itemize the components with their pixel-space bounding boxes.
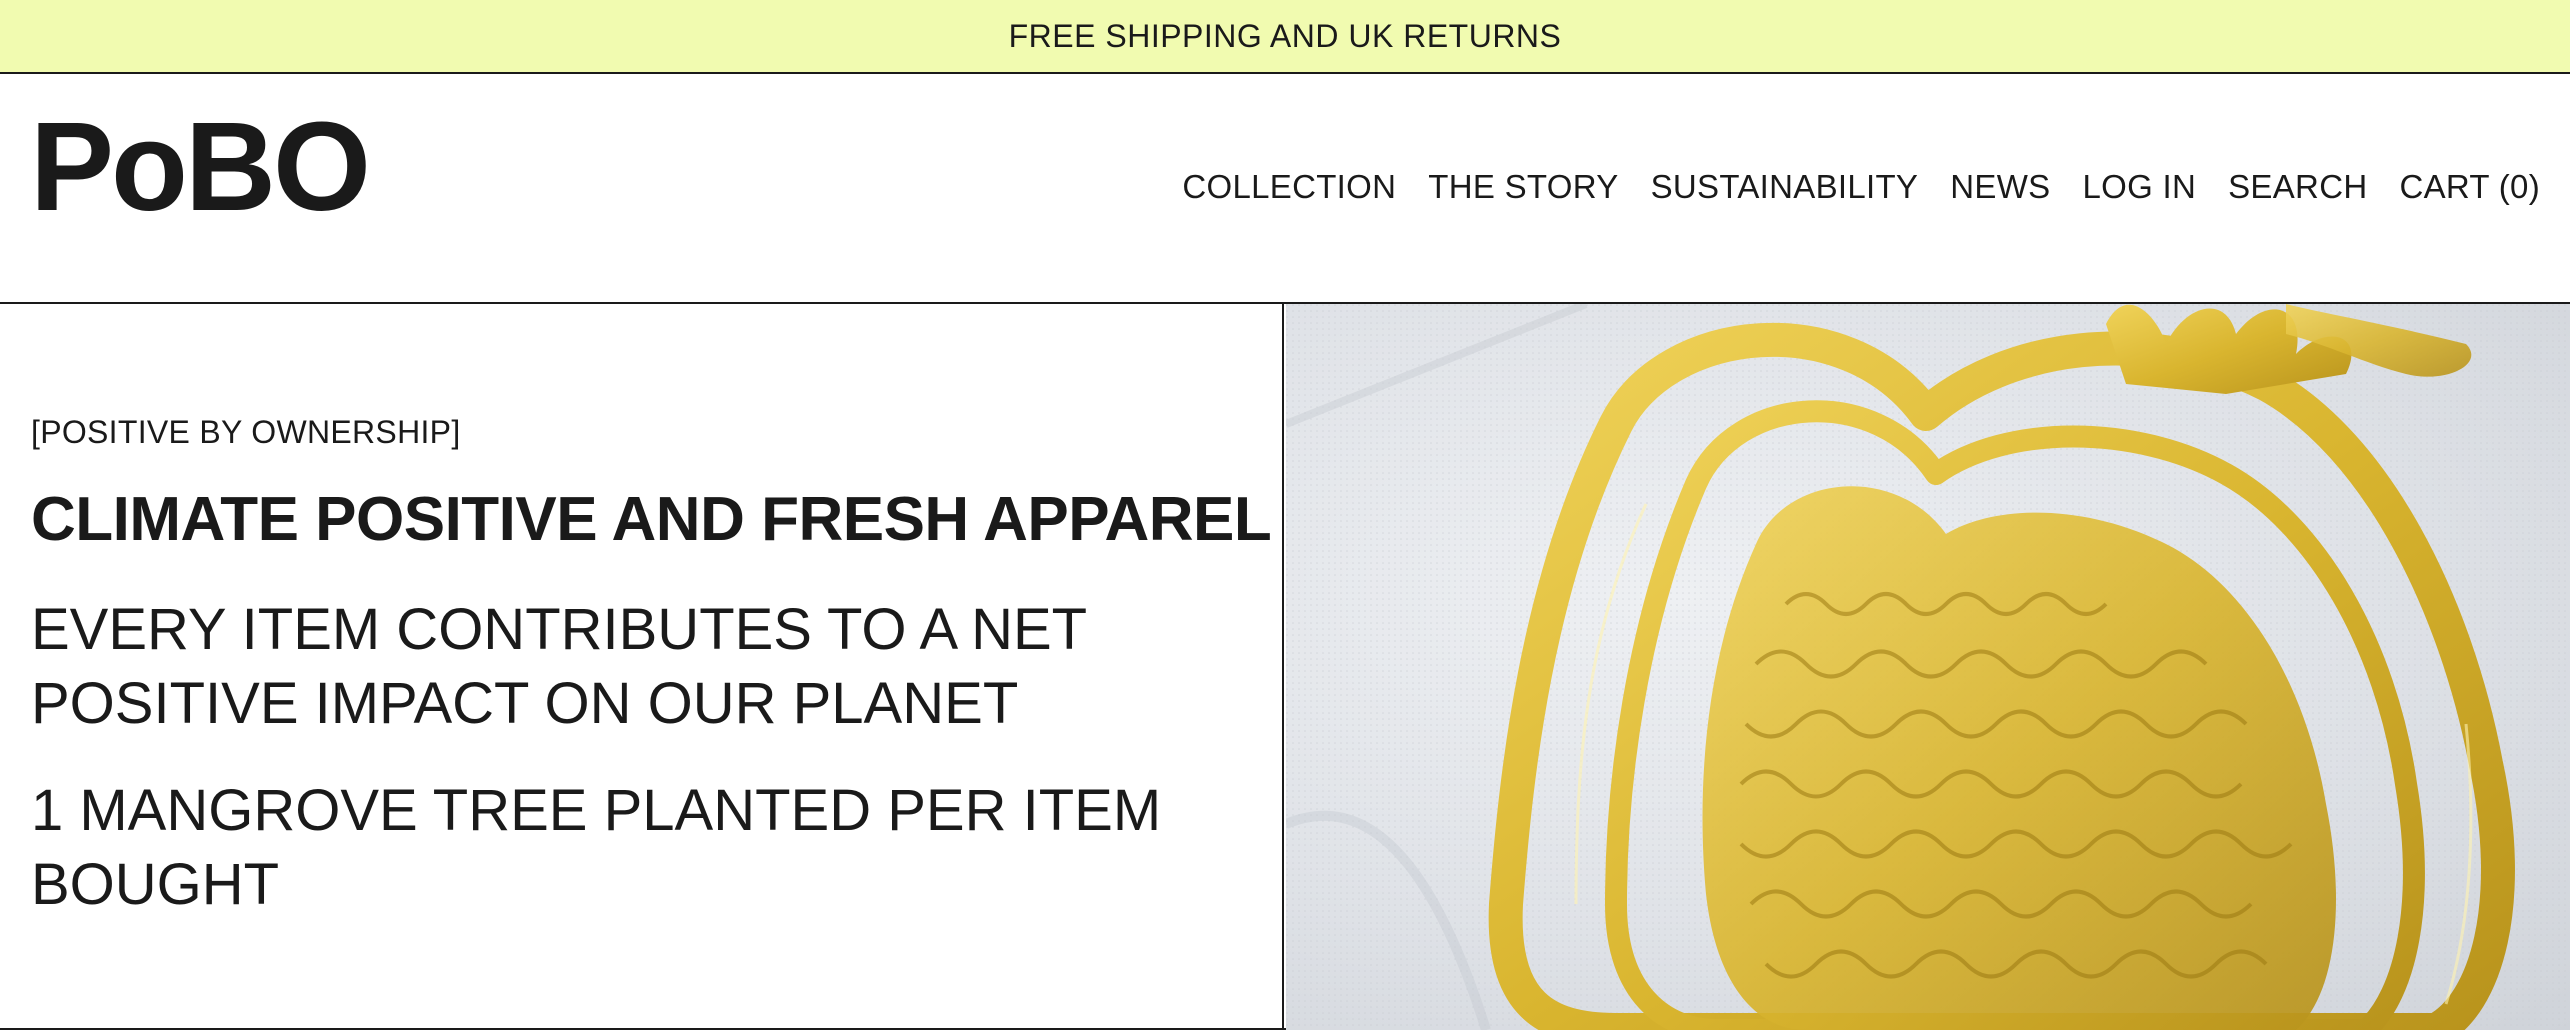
announcement-text: FREE SHIPPING AND UK RETURNS — [1008, 17, 1562, 54]
hero-tree-text: 1 MANGROVE TREE PLANTED PER ITEM BOUGHT — [31, 778, 1162, 917]
nav-cart[interactable]: CART (0) — [2399, 168, 2540, 206]
hero-section: [POSITIVE BY OWNERSHIP] CLIMATE POSITIVE… — [0, 304, 2570, 1030]
hero-text-panel: [POSITIVE BY OWNERSHIP] CLIMATE POSITIVE… — [0, 304, 1284, 1030]
hero-impact-text: EVERY ITEM CONTRIBUTES TO A NET POSITIVE… — [31, 597, 1087, 736]
hero-image — [1286, 304, 2570, 1030]
embroidered-heart-image — [1286, 304, 2570, 1030]
logo[interactable]: PoBO — [30, 104, 371, 230]
site-header: PoBO COLLECTION THE STORY SUSTAINABILITY… — [0, 74, 2570, 304]
hero-headline: CLIMATE POSITIVE AND FRESH APPAREL — [31, 485, 1272, 554]
nav-news[interactable]: NEWS — [1950, 168, 2050, 206]
nav-the-story[interactable]: THE STORY — [1428, 168, 1618, 206]
main-nav: COLLECTION THE STORY SUSTAINABILITY NEWS… — [1182, 168, 2540, 206]
hero-eyebrow: [POSITIVE BY OWNERSHIP] — [31, 414, 461, 450]
nav-log-in[interactable]: LOG IN — [2082, 168, 2196, 206]
nav-collection[interactable]: COLLECTION — [1182, 168, 1396, 206]
nav-sustainability[interactable]: SUSTAINABILITY — [1651, 168, 1919, 206]
announcement-bar: FREE SHIPPING AND UK RETURNS — [0, 0, 2570, 74]
nav-search[interactable]: SEARCH — [2228, 168, 2367, 206]
